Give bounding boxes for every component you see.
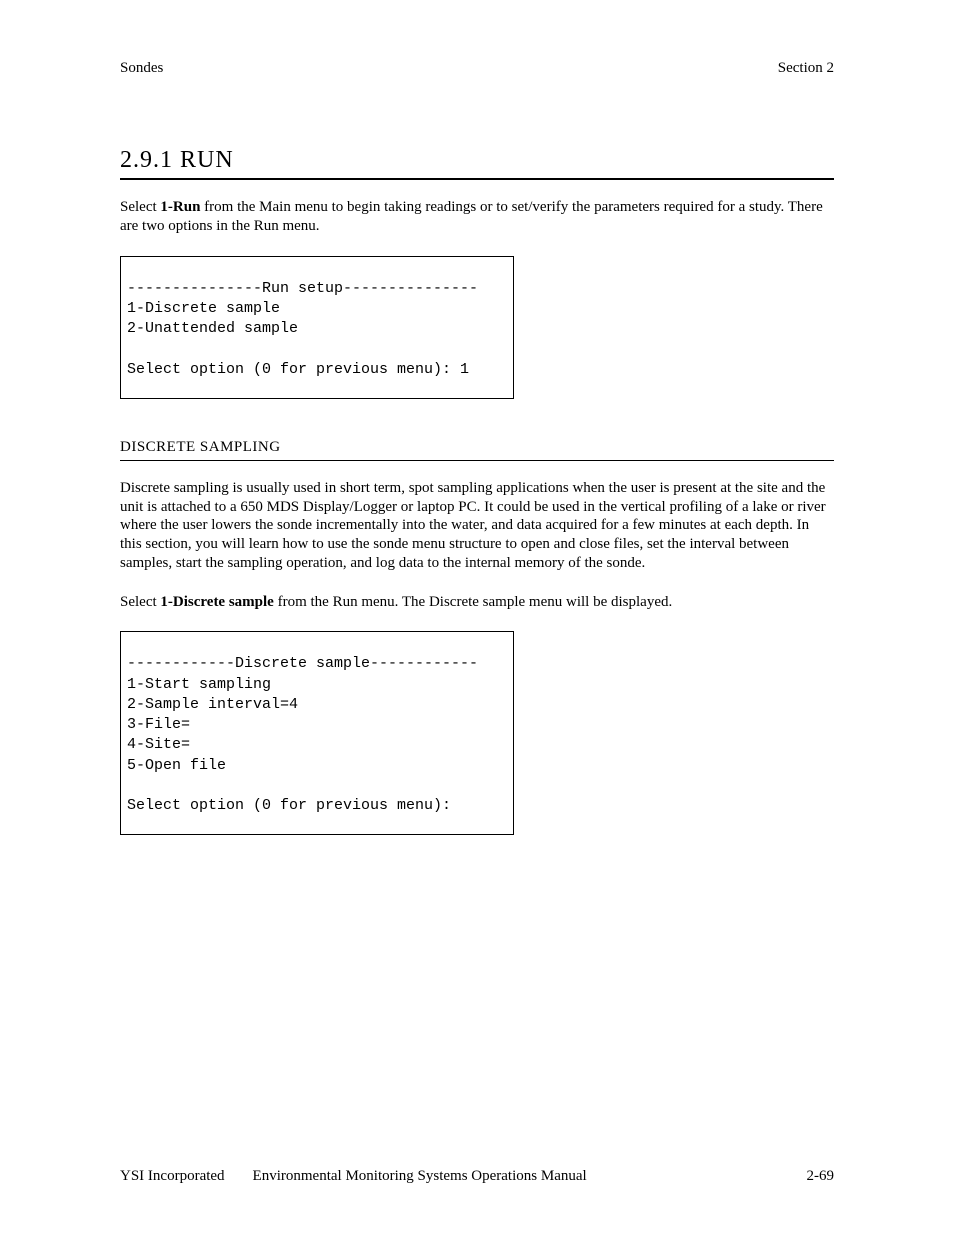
page: Sondes Section 2 2.9.1 RUN Select 1-Run … bbox=[0, 0, 954, 1235]
sub-heading: DISCRETE SAMPLING bbox=[120, 439, 834, 456]
para3-bold: 1-Discrete sample bbox=[160, 594, 273, 610]
select-discrete-paragraph: Select 1-Discrete sample from the Run me… bbox=[120, 593, 834, 612]
page-header: Sondes Section 2 bbox=[120, 60, 834, 77]
terminal-run-setup: ---------------Run setup--------------- … bbox=[120, 256, 514, 399]
section-heading: 2.9.1 RUN bbox=[120, 147, 834, 174]
para3-pre: Select bbox=[120, 594, 160, 610]
page-footer: YSI Incorporated Environmental Monitorin… bbox=[120, 1168, 834, 1185]
para3-post: from the Run menu. The Discrete sample m… bbox=[274, 594, 672, 610]
intro-post: from the Main menu to begin taking readi… bbox=[120, 199, 823, 234]
intro-pre: Select bbox=[120, 199, 160, 215]
intro-bold: 1-Run bbox=[160, 199, 200, 215]
footer-page-number: 2-69 bbox=[807, 1168, 835, 1185]
footer-title: Environmental Monitoring Systems Operati… bbox=[253, 1168, 587, 1185]
subheading-rule bbox=[120, 460, 834, 461]
discrete-paragraph: Discrete sampling is usually used in sho… bbox=[120, 479, 834, 573]
header-left: Sondes bbox=[120, 60, 163, 77]
heading-rule bbox=[120, 178, 834, 180]
footer-left: YSI Incorporated Environmental Monitorin… bbox=[120, 1168, 587, 1185]
terminal-discrete-sample: ------------Discrete sample------------ … bbox=[120, 631, 514, 835]
header-right: Section 2 bbox=[778, 60, 834, 77]
intro-paragraph: Select 1-Run from the Main menu to begin… bbox=[120, 198, 834, 236]
footer-company: YSI Incorporated bbox=[120, 1168, 225, 1185]
